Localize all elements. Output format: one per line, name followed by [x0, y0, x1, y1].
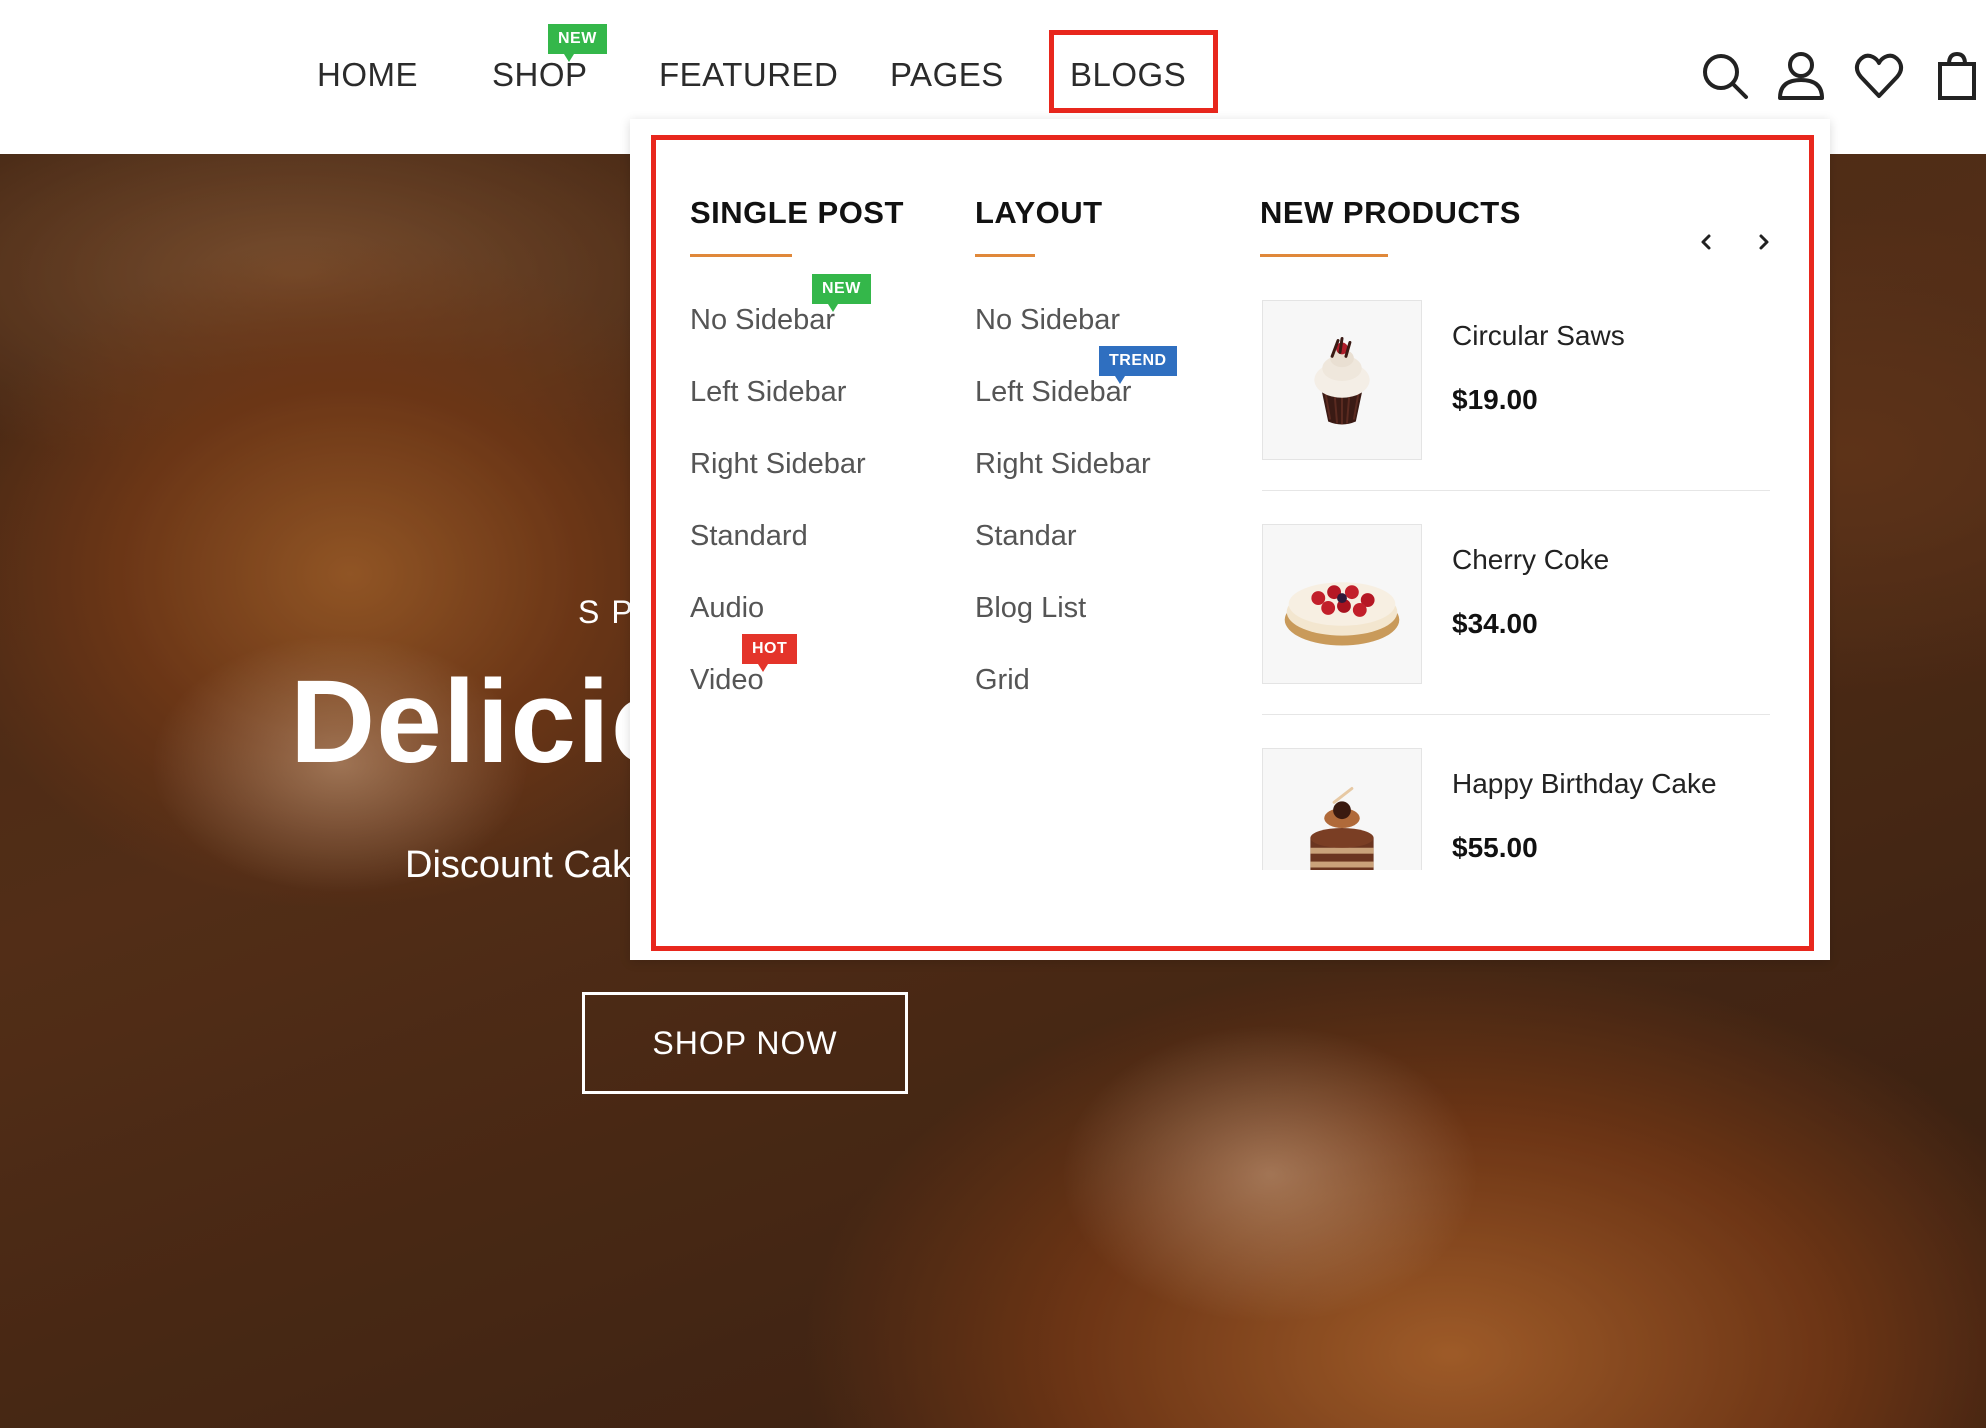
single-post-link-audio[interactable]: Audio	[690, 592, 764, 625]
single-post-link-right-sidebar[interactable]: Right Sidebar	[690, 448, 866, 481]
product-card: Circular Saws $19.00	[1262, 300, 1770, 524]
nav-blogs[interactable]: BLOGS	[1070, 50, 1186, 100]
product-image-birthday-cake[interactable]	[1262, 748, 1422, 870]
new-products-list: Circular Saws $19.00 Cherry Coke $34.00	[1262, 300, 1770, 870]
layout-heading: LAYOUT	[975, 195, 1103, 230]
bread-highlight	[1060, 1024, 1480, 1324]
heading-underline	[1260, 254, 1388, 257]
product-name[interactable]: Happy Birthday Cake	[1452, 768, 1717, 800]
product-name[interactable]: Circular Saws	[1452, 320, 1625, 352]
product-name[interactable]: Cherry Coke	[1452, 544, 1609, 576]
layout-link-left-sidebar[interactable]: Left Sidebar	[975, 376, 1131, 409]
heart-icon[interactable]	[1854, 50, 1904, 102]
product-divider	[1262, 714, 1770, 715]
layout-link-right-sidebar[interactable]: Right Sidebar	[975, 448, 1151, 481]
shopping-bag-icon[interactable]	[1932, 50, 1982, 102]
nav-pages[interactable]: PAGES	[890, 50, 1004, 100]
user-icon[interactable]	[1776, 50, 1826, 102]
heading-underline	[975, 254, 1035, 257]
single-post-link-standard[interactable]: Standard	[690, 520, 808, 553]
nav-home[interactable]: HOME	[317, 50, 418, 100]
layout-link-blog-list[interactable]: Blog List	[975, 592, 1086, 625]
shop-now-button[interactable]: SHOP NOW	[582, 992, 908, 1094]
no-sidebar-new-badge: NEW	[812, 274, 871, 312]
hero-description: Discount Cak	[405, 844, 631, 886]
layout-link-grid[interactable]: Grid	[975, 664, 1030, 697]
video-hot-badge: HOT	[742, 634, 798, 672]
layout-link-standar[interactable]: Standar	[975, 520, 1077, 553]
shop-new-badge: NEW	[548, 24, 607, 62]
heading-underline	[690, 254, 792, 257]
single-post-link-video[interactable]: Video	[690, 664, 764, 697]
layout-link-no-sidebar[interactable]: No Sidebar	[975, 304, 1120, 337]
product-card: Cherry Coke $34.00	[1262, 524, 1770, 748]
carousel-prev-arrow-icon[interactable]	[1692, 226, 1720, 258]
hero-title: Delicio	[290, 656, 684, 788]
left-sidebar-trend-badge: TREND	[1099, 346, 1177, 384]
single-post-link-no-sidebar[interactable]: No Sidebar	[690, 304, 835, 337]
product-price: $34.00	[1452, 608, 1538, 639]
product-divider	[1262, 490, 1770, 491]
single-post-link-left-sidebar[interactable]: Left Sidebar	[690, 376, 846, 409]
product-price: $55.00	[1452, 832, 1538, 863]
product-price: $19.00	[1452, 384, 1538, 415]
product-image-cupcake[interactable]	[1262, 300, 1422, 460]
product-card: Happy Birthday Cake $55.00	[1262, 748, 1770, 870]
new-products-heading: NEW PRODUCTS	[1260, 195, 1521, 230]
carousel-next-arrow-icon[interactable]	[1750, 226, 1778, 258]
single-post-heading: SINGLE POST	[690, 195, 904, 230]
product-image-cherry-cake[interactable]	[1262, 524, 1422, 684]
search-icon[interactable]	[1700, 50, 1750, 102]
nav-featured[interactable]: FEATURED	[659, 50, 838, 100]
